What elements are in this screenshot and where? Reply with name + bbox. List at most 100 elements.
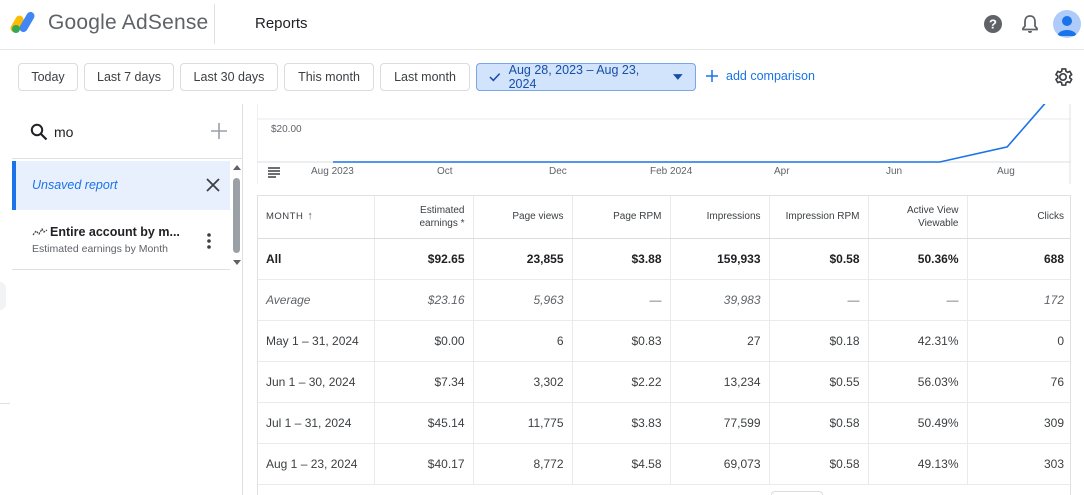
table-cell: 39,983 — [669, 279, 769, 321]
table-row: Jul 1 – 31, 2024 $45.14 11,775 $3.83 77,… — [258, 402, 1070, 444]
table-cell: $3.83 — [571, 402, 670, 444]
column-header-active-view-viewable[interactable]: Active View Viewable — [867, 196, 967, 239]
table-cell: $0.55 — [768, 361, 868, 403]
panel-scrollbar[interactable] — [231, 161, 241, 271]
table-cell: 69,073 — [669, 443, 769, 485]
divider — [214, 4, 215, 44]
column-header-impression-rpm[interactable]: Impression RPM — [768, 196, 868, 239]
check-icon — [489, 73, 501, 82]
saved-reports-panel: Unsaved report Entire account by m... Es… — [12, 104, 243, 495]
sort-ascending-icon[interactable]: ↑ — [307, 210, 313, 223]
report-table: MONTH ↑ Estimated earnings * Page views P… — [258, 196, 1070, 485]
table-cell: 159,933 — [669, 238, 769, 280]
scroll-down-arrow-icon[interactable] — [232, 257, 242, 267]
column-header-label: MONTH — [266, 211, 304, 223]
account-avatar[interactable] — [1053, 10, 1081, 38]
page-title: Reports — [255, 15, 308, 32]
side-drawer-handle[interactable] — [0, 282, 6, 310]
chip-today[interactable]: Today — [18, 63, 78, 91]
scrollbar-thumb[interactable] — [233, 178, 240, 253]
table-cell: Average — [258, 279, 374, 321]
total-row: All $92.65 23,855 $3.88 159,933 $0.58 50… — [258, 238, 1070, 280]
x-tick-label: Feb 2024 — [650, 166, 693, 177]
table-cell: Aug 1 – 23, 2024 — [258, 443, 374, 485]
table-cell: 309 — [966, 402, 1070, 444]
date-filter-bar: Today Last 7 days Last 30 days This mont… — [0, 50, 1084, 104]
x-tick-label: Aug 2023 — [311, 166, 354, 177]
dropdown-arrow-icon — [673, 74, 683, 80]
table-cell: 27 — [669, 320, 769, 362]
column-header-page-views[interactable]: Page views — [472, 196, 572, 239]
report-search-input[interactable] — [54, 122, 204, 142]
pagination-control[interactable] — [771, 491, 823, 495]
add-comparison-label: add comparison — [726, 69, 815, 83]
report-table-container: MONTH ↑ Estimated earnings * Page views P… — [257, 195, 1071, 495]
table-cell: — — [571, 279, 670, 321]
x-tick-label: Jun — [886, 166, 903, 177]
table-cell: 42.31% — [867, 320, 967, 362]
table-cell: $7.34 — [373, 361, 473, 403]
table-cell: 49.13% — [867, 443, 967, 485]
table-cell: 303 — [966, 443, 1070, 485]
date-range-label: Aug 28, 2023 – Aug 23, 2024 — [508, 63, 640, 91]
column-header-page-rpm[interactable]: Page RPM — [571, 196, 670, 239]
saved-report-title: Entire account by m... — [50, 225, 180, 239]
table-cell: 5,963 — [472, 279, 572, 321]
table-cell: 3,302 — [472, 361, 572, 403]
table-header-row: MONTH ↑ Estimated earnings * Page views P… — [258, 196, 1070, 239]
help-icon[interactable]: ? — [981, 12, 1005, 36]
table-cell: May 1 – 31, 2024 — [258, 320, 374, 362]
more-vert-icon[interactable] — [205, 232, 213, 250]
table-cell: $45.14 — [373, 402, 473, 444]
earnings-series-line — [333, 104, 1046, 163]
unsaved-report-item[interactable]: Unsaved report — [12, 161, 230, 210]
table-cell: 688 — [966, 238, 1070, 280]
column-header-estimated-earnings[interactable]: Estimated earnings * — [373, 196, 473, 239]
table-cell: — — [768, 279, 868, 321]
notifications-bell-icon[interactable] — [1018, 12, 1042, 36]
table-row: Aug 1 – 23, 2024 $40.17 8,772 $4.58 69,0… — [258, 443, 1070, 485]
legend-toggle-icon[interactable] — [267, 166, 281, 178]
y-tick-label: $20.00 — [271, 124, 302, 135]
column-header-clicks[interactable]: Clicks — [966, 196, 1070, 239]
date-range-dropdown[interactable]: Aug 28, 2023 – Aug 23, 2024 — [476, 63, 696, 91]
chip-this-month[interactable]: This month — [284, 63, 374, 91]
search-icon — [30, 123, 48, 141]
column-header-impressions[interactable]: Impressions — [669, 196, 769, 239]
chip-last-7-days[interactable]: Last 7 days — [84, 63, 174, 91]
new-report-plus-icon[interactable] — [210, 122, 228, 140]
adsense-logo-icon — [10, 11, 35, 33]
top-app-bar: Google AdSense Reports ? — [0, 0, 1084, 50]
brand-name[interactable]: Google AdSense — [48, 11, 208, 35]
chip-last-30-days[interactable]: Last 30 days — [180, 63, 278, 91]
table-cell: — — [867, 279, 967, 321]
saved-report-item[interactable]: Entire account by m... Estimated earning… — [12, 210, 230, 270]
table-cell: $0.58 — [768, 238, 868, 280]
table-cell: $92.65 — [373, 238, 473, 280]
table-cell: 23,855 — [472, 238, 572, 280]
table-cell: $0.83 — [571, 320, 670, 362]
table-cell: 50.49% — [867, 402, 967, 444]
table-cell: 0 — [966, 320, 1070, 362]
table-cell: 172 — [966, 279, 1070, 321]
settings-gear-icon[interactable] — [1052, 66, 1074, 88]
chip-last-month[interactable]: Last month — [380, 63, 470, 91]
table-cell: $2.22 — [571, 361, 670, 403]
table-cell: 11,775 — [472, 402, 572, 444]
table-cell: $23.16 — [373, 279, 473, 321]
table-cell: Jun 1 – 30, 2024 — [258, 361, 374, 403]
table-cell: 76 — [966, 361, 1070, 403]
svg-text:?: ? — [989, 17, 997, 32]
add-comparison-button[interactable]: add comparison — [706, 69, 815, 83]
table-cell: $3.88 — [571, 238, 670, 280]
close-icon[interactable] — [205, 177, 221, 193]
trend-line-icon — [32, 227, 48, 236]
report-search-row — [12, 104, 243, 159]
table-cell: $40.17 — [373, 443, 473, 485]
x-tick-label: Aug — [997, 166, 1015, 177]
plus-icon — [706, 70, 718, 82]
scroll-up-arrow-icon[interactable] — [232, 163, 242, 173]
table-cell: All — [258, 238, 374, 280]
table-cell: $0.58 — [768, 443, 868, 485]
column-header-month[interactable]: MONTH ↑ — [258, 196, 374, 239]
